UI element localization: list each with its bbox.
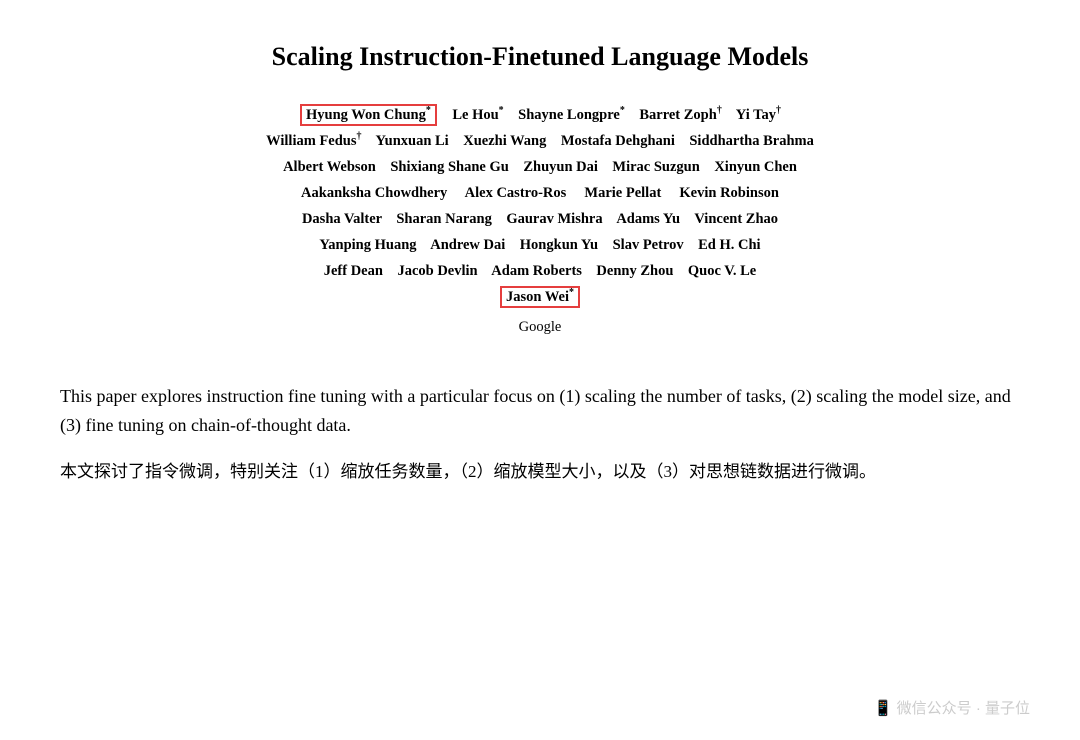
- author-hongkun-yu: Hongkun Yu: [520, 237, 598, 253]
- author-slav-petrov: Slav Petrov: [613, 237, 684, 253]
- authors-line-1: Hyung Won Chung* Le Hou* Shayne Longpre*…: [60, 102, 1020, 128]
- author-ed-h-chi: Ed H. Chi: [698, 237, 760, 253]
- abstract-section: This paper explores instruction fine tun…: [60, 372, 1020, 487]
- author-denny-zhou: Denny Zhou: [596, 263, 673, 279]
- author-jacob-devlin: Jacob Devlin: [397, 263, 477, 279]
- author-xinyun-chen: Xinyun Chen: [714, 159, 797, 175]
- author-adams-yu: Adams Yu: [616, 211, 680, 227]
- authors-line-3: Albert Webson Shixiang Shane Gu Zhuyun D…: [60, 154, 1020, 180]
- author-yanping-huang: Yanping Huang: [319, 237, 416, 253]
- author-alex-castro-ros: Alex Castro-Ros: [465, 185, 567, 201]
- page-container: Scaling Instruction-Finetuned Language M…: [0, 0, 1080, 740]
- author-yunxuan-li: Yunxuan Li: [375, 133, 448, 149]
- authors-line-2: William Fedus† Yunxuan Li Xuezhi Wang Mo…: [60, 128, 1020, 154]
- watermark-text: 微信公众号 · 量子位: [897, 700, 1030, 717]
- author-jason-wei: Jason Wei*: [500, 286, 580, 308]
- author-sharan-narang: Sharan Narang: [396, 211, 491, 227]
- author-vincent-zhao: Vincent Zhao: [694, 211, 778, 227]
- authors-line-5: Dasha Valter Sharan Narang Gaurav Mishra…: [60, 206, 1020, 232]
- author-kevin-robinson: Kevin Robinson: [679, 185, 779, 201]
- author-shixiang-shane-gu: Shixiang Shane Gu: [390, 159, 508, 175]
- author-siddhartha-brahma: Siddhartha Brahma: [689, 133, 814, 149]
- authors-line-7: Jeff Dean Jacob Devlin Adam Roberts Denn…: [60, 258, 1020, 284]
- author-albert-webson: Albert Webson: [283, 159, 376, 175]
- abstract-text-chinese: 本文探讨了指令微调，特别关注（1）缩放任务数量，（2）缩放模型大小，以及（3）对…: [60, 457, 1020, 487]
- author-adam-roberts: Adam Roberts: [491, 263, 582, 279]
- author-aakanksha-chowdhery: Aakanksha Chowdhery: [301, 185, 447, 201]
- affiliation: Google: [60, 319, 1020, 336]
- author-jeff-dean: Jeff Dean: [324, 263, 383, 279]
- author-dasha-valter: Dasha Valter: [302, 211, 382, 227]
- author-marie-pellat: Marie Pellat: [584, 185, 661, 201]
- watermark: 📱 微信公众号 · 量子位: [874, 697, 1030, 718]
- author-mirac-suzgun: Mirac Suzgun: [612, 159, 699, 175]
- author-gaurav-mishra: Gaurav Mishra: [506, 211, 602, 227]
- authors-line-8: Jason Wei*: [60, 284, 1020, 310]
- author-barret-zoph: Barret Zoph†: [639, 107, 721, 123]
- author-yi-tay: Yi Tay†: [736, 107, 781, 123]
- author-zhuyun-dai: Zhuyun Dai: [523, 159, 598, 175]
- author-xuezhi-wang: Xuezhi Wang: [463, 133, 546, 149]
- author-shayne-longpre: Shayne Longpre*: [518, 107, 625, 123]
- author-quoc-v-le: Quoc V. Le: [688, 263, 756, 279]
- author-hyung-won-chung: Hyung Won Chung*: [300, 104, 437, 126]
- wechat-icon: 📱: [874, 700, 893, 717]
- abstract-text-english: This paper explores instruction fine tun…: [60, 382, 1020, 441]
- authors-line-4: Aakanksha Chowdhery Alex Castro-Ros Mari…: [60, 180, 1020, 206]
- authors-line-6: Yanping Huang Andrew Dai Hongkun Yu Slav…: [60, 232, 1020, 258]
- authors-section: Hyung Won Chung* Le Hou* Shayne Longpre*…: [60, 102, 1020, 336]
- author-andrew-dai: Andrew Dai: [430, 237, 505, 253]
- author-le-hou: Le Hou*: [452, 107, 503, 123]
- author-william-fedus: William Fedus†: [266, 133, 361, 149]
- paper-title: Scaling Instruction-Finetuned Language M…: [60, 40, 1020, 74]
- author-mostafa-dehghani: Mostafa Dehghani: [561, 133, 675, 149]
